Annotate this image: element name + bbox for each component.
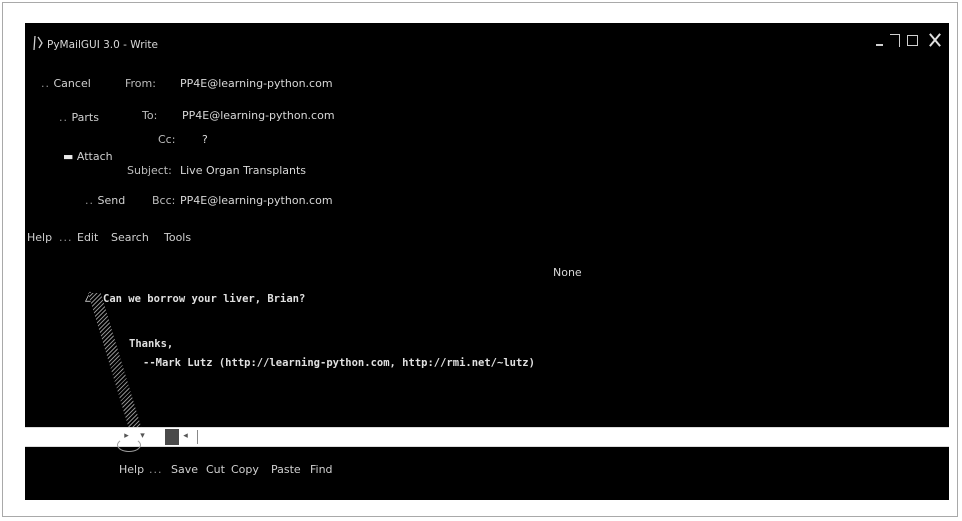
- vertical-scrollbar[interactable]: [88, 293, 146, 443]
- window-title: PyMailGUI 3.0 - Write: [47, 39, 159, 51]
- encoding-label: None: [553, 266, 582, 279]
- scrollbar-divider: [197, 430, 198, 444]
- menu-separator: ...: [59, 231, 73, 244]
- maximize-icon[interactable]: [890, 33, 900, 47]
- menu-search[interactable]: Search: [111, 231, 149, 244]
- bottom-separator: ...: [149, 463, 163, 476]
- cancel-button[interactable]: .. Cancel: [41, 77, 91, 90]
- screenshot-frame: PyMailGUI 3.0 - Write .. Cancel From: PP…: [2, 2, 958, 517]
- title-bar: PyMailGUI 3.0 - Write: [25, 23, 949, 57]
- menu-help[interactable]: Help: [27, 231, 52, 244]
- bcc-label: Bcc:: [152, 194, 176, 207]
- send-button[interactable]: .. Send: [85, 194, 125, 207]
- parts-button-label: Parts: [71, 111, 99, 124]
- pymailgui-write-window: PyMailGUI 3.0 - Write .. Cancel From: PP…: [25, 23, 949, 500]
- subject-label: Subject:: [127, 164, 172, 177]
- restore-icon[interactable]: [907, 34, 918, 46]
- from-label: From:: [125, 77, 156, 90]
- paste-button[interactable]: Paste: [271, 463, 301, 476]
- send-button-label: Send: [97, 194, 126, 207]
- window-controls: [876, 29, 945, 51]
- help-button[interactable]: Help: [119, 463, 144, 476]
- cancel-button-label: Cancel: [53, 77, 91, 90]
- minimize-icon[interactable]: [876, 44, 883, 46]
- to-label: To:: [142, 109, 158, 122]
- from-field[interactable]: PP4E@learning-python.com: [180, 77, 333, 90]
- hover-indicator: [117, 438, 141, 452]
- message-line-2[interactable]: Thanks,: [129, 338, 173, 350]
- cut-button[interactable]: Cut: [206, 463, 225, 476]
- cc-field[interactable]: ?: [202, 133, 208, 146]
- find-button[interactable]: Find: [310, 463, 333, 476]
- close-icon[interactable]: [925, 33, 945, 47]
- copy-button[interactable]: Copy: [231, 463, 259, 476]
- message-line-3[interactable]: --Mark Lutz (http://learning-python.com,…: [143, 357, 535, 369]
- scroll-left-icon[interactable]: ◂: [180, 431, 191, 442]
- cc-label: Cc:: [158, 133, 176, 146]
- save-button[interactable]: Save: [171, 463, 198, 476]
- parts-button[interactable]: .. Parts: [59, 111, 99, 124]
- attach-icon: ▬: [63, 150, 74, 163]
- app-icon: [33, 35, 43, 51]
- message-line-1[interactable]: Can we borrow your liver, Brian?: [103, 293, 305, 305]
- subject-field[interactable]: Live Organ Transplants: [180, 164, 306, 177]
- attach-button[interactable]: ▬ Attach: [63, 150, 113, 163]
- to-field[interactable]: PP4E@learning-python.com: [182, 109, 335, 122]
- horizontal-scrollbar[interactable]: ▸ ▾ ◂: [25, 427, 949, 447]
- menu-tools[interactable]: Tools: [164, 231, 191, 244]
- menu-edit[interactable]: Edit: [77, 231, 98, 244]
- scrollbar-thumb[interactable]: [165, 429, 179, 445]
- bcc-field[interactable]: PP4E@learning-python.com: [180, 194, 333, 207]
- attach-button-label: Attach: [76, 150, 113, 163]
